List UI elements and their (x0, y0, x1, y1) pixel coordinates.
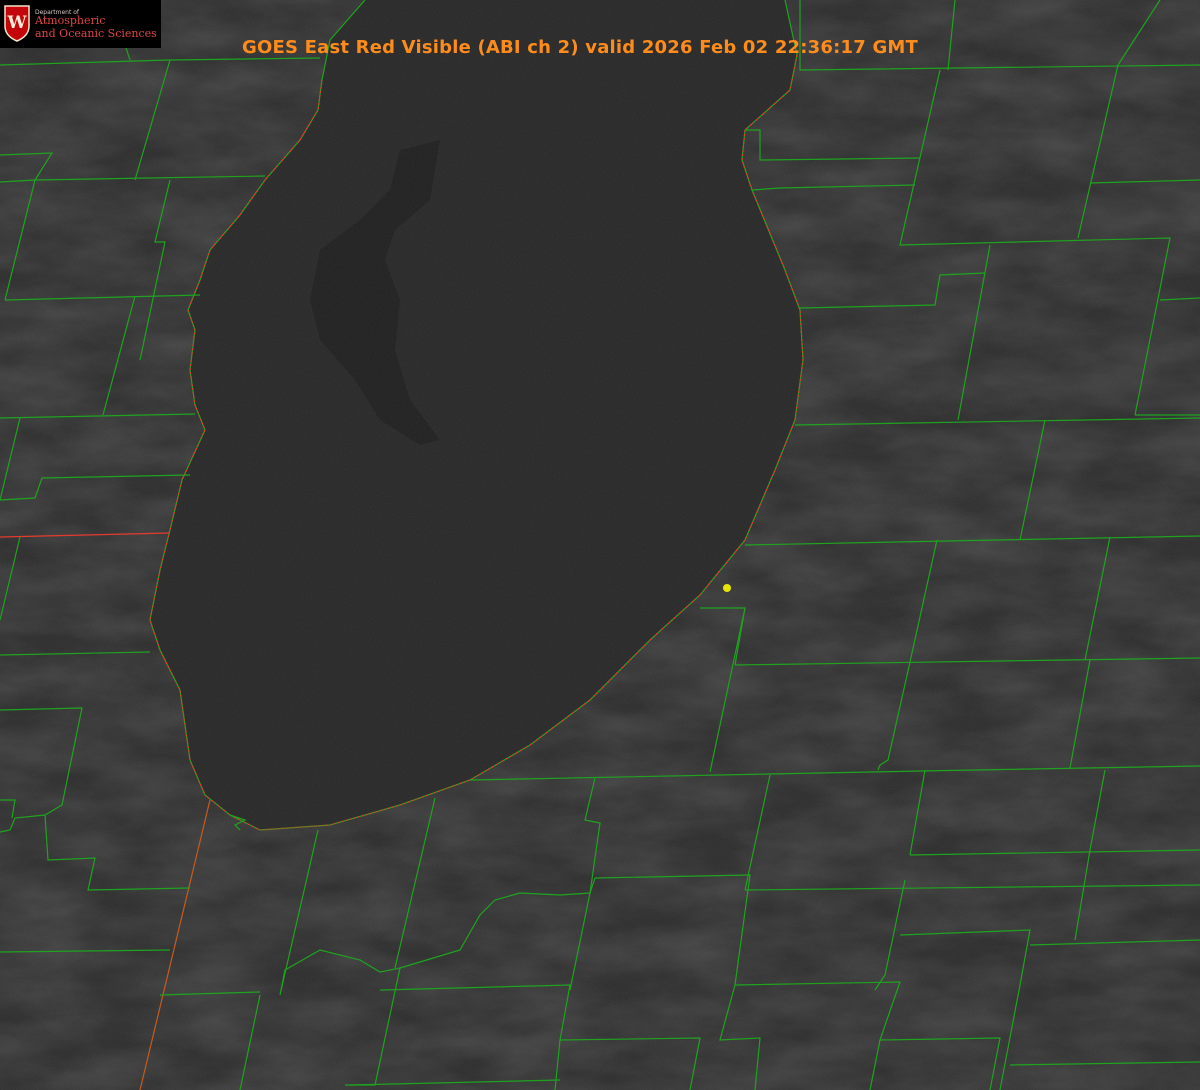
location-marker (723, 584, 731, 592)
image-title: GOES East Red Visible (ABI ch 2) valid 2… (242, 37, 919, 58)
uw-logo: W Department of Atmospheric and Oceanic … (0, 0, 161, 48)
logo-line-2: and Oceanic Sciences (35, 27, 157, 40)
uw-crest-icon: W (4, 5, 30, 42)
logo-line-1: Atmospheric (35, 14, 106, 27)
svg-text:W: W (6, 13, 27, 33)
satellite-map (0, 0, 1200, 1090)
